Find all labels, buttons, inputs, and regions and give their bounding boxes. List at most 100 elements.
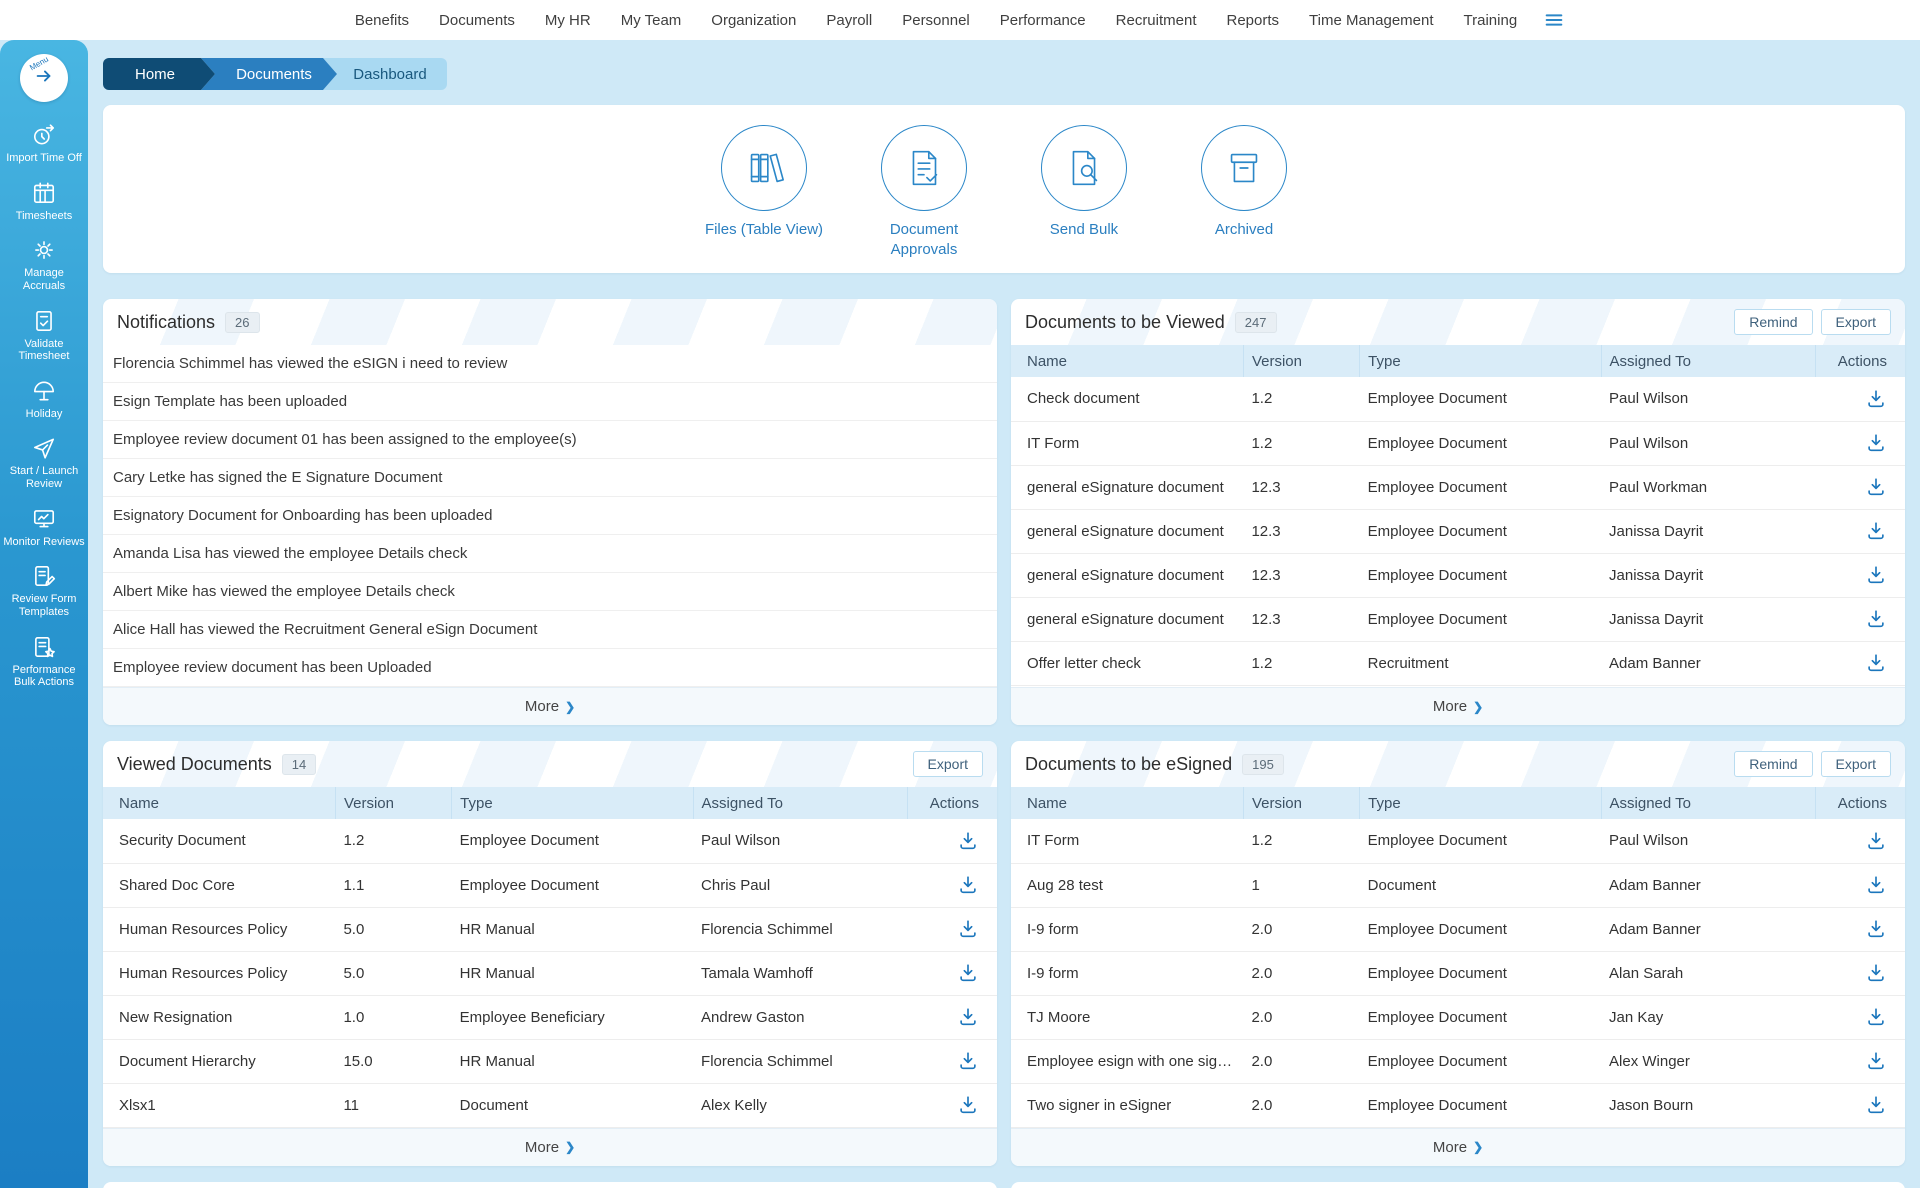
panel-header: Documents to be eSigned 195 Remind Expor…: [1011, 741, 1905, 787]
sidebar-item-label: Review Form Templates: [0, 593, 88, 618]
breadcrumb-home[interactable]: Home: [103, 58, 215, 90]
remind-button[interactable]: Remind: [1734, 309, 1812, 335]
table-row: general eSignature document12.3Employee …: [1011, 465, 1905, 509]
download-icon[interactable]: [1865, 874, 1887, 896]
cell-type: Recruitment: [1360, 641, 1601, 685]
download-icon[interactable]: [1865, 388, 1887, 410]
quick-action-archived[interactable]: Archived: [1184, 125, 1304, 273]
nav-item-time-management[interactable]: Time Management: [1309, 12, 1434, 29]
cell-name: IT Form: [1011, 421, 1243, 465]
sidebar-item-timesheets[interactable]: Timesheets: [0, 180, 88, 223]
download-icon[interactable]: [1865, 476, 1887, 498]
nav-item-payroll[interactable]: Payroll: [826, 12, 872, 29]
download-icon[interactable]: [957, 874, 979, 896]
sidebar-item-performance-bulk-actions[interactable]: Performance Bulk Actions: [0, 634, 88, 689]
more-label: More: [1433, 1139, 1467, 1156]
table-row: Human Resources Policy5.0HR ManualTamala…: [103, 951, 997, 995]
table-row: IT Form1.2Employee DocumentPaul Wilson: [1011, 421, 1905, 465]
quick-action-label: Archived: [1215, 220, 1273, 240]
cell-type: Employee Document: [1360, 597, 1601, 641]
nav-item-my-team[interactable]: My Team: [621, 12, 682, 29]
download-icon[interactable]: [957, 1094, 979, 1116]
cell-assigned-to: Paul Wilson: [1601, 377, 1816, 421]
remind-button[interactable]: Remind: [1734, 751, 1812, 777]
cell-version: 12.3: [1243, 509, 1359, 553]
cell-assigned-to: Janissa Dayrit: [1601, 553, 1816, 597]
download-icon[interactable]: [1865, 962, 1887, 984]
download-icon[interactable]: [1865, 608, 1887, 630]
notification-item: Esignatory Document for Onboarding has b…: [103, 497, 997, 535]
nav-item-organization[interactable]: Organization: [711, 12, 796, 29]
quick-action-send-bulk[interactable]: Send Bulk: [1024, 125, 1144, 273]
sidebar-item-review-form-templates[interactable]: Review Form Templates: [0, 563, 88, 618]
download-icon[interactable]: [957, 1050, 979, 1072]
more-link[interactable]: More ❯: [103, 1128, 997, 1166]
nav-item-documents[interactable]: Documents: [439, 12, 515, 29]
download-icon[interactable]: [957, 918, 979, 940]
sidebar-item-start-launch-review[interactable]: Start / Launch Review: [0, 435, 88, 490]
nav-item-recruitment[interactable]: Recruitment: [1116, 12, 1197, 29]
sidebar-item-holiday[interactable]: Holiday: [0, 378, 88, 421]
table-row: general eSignature document12.3Employee …: [1011, 553, 1905, 597]
cell-actions: [908, 1039, 997, 1083]
cell-assigned-to: Paul Workman: [1601, 465, 1816, 509]
cell-type: Employee Document: [1360, 509, 1601, 553]
download-icon[interactable]: [1865, 830, 1887, 852]
cell-version: 2.0: [1243, 995, 1359, 1039]
cell-assigned-to: Jason Bourn: [1601, 1083, 1816, 1127]
download-icon[interactable]: [1865, 1094, 1887, 1116]
cell-type: Employee Document: [1360, 465, 1601, 509]
panel-partial: [1011, 1182, 1905, 1188]
cell-name: IT Form: [1011, 819, 1243, 863]
cell-assigned-to: Chris Paul: [693, 863, 908, 907]
download-icon[interactable]: [957, 962, 979, 984]
export-button[interactable]: Export: [1821, 751, 1891, 777]
download-icon[interactable]: [1865, 564, 1887, 586]
nav-item-performance[interactable]: Performance: [1000, 12, 1086, 29]
sidebar-item-validate-timesheet[interactable]: Validate Timesheet: [0, 308, 88, 363]
download-icon[interactable]: [1865, 1050, 1887, 1072]
download-icon[interactable]: [957, 1006, 979, 1028]
more-link[interactable]: More ❯: [1011, 1128, 1905, 1166]
download-icon[interactable]: [1865, 652, 1887, 674]
download-icon[interactable]: [1865, 520, 1887, 542]
nav-item-training[interactable]: Training: [1464, 12, 1518, 29]
download-icon[interactable]: [1865, 1006, 1887, 1028]
quick-action-files-table-view[interactable]: Files (Table View): [704, 125, 824, 273]
breadcrumb-documents[interactable]: Documents: [201, 58, 337, 90]
import-time-off-icon: [31, 122, 57, 148]
column-header-type: Type: [1360, 345, 1601, 377]
sidebar-item-label: Start / Launch Review: [0, 465, 88, 490]
cell-actions: [908, 1083, 997, 1127]
sidebar-item-manage-accruals[interactable]: Manage Accruals: [0, 237, 88, 292]
timesheets-icon: [31, 180, 57, 206]
cell-version: 2.0: [1243, 951, 1359, 995]
breadcrumb-dashboard[interactable]: Dashboard: [323, 58, 447, 90]
menu-button[interactable]: Menu: [20, 54, 68, 102]
sidebar-item-import-time-off[interactable]: Import Time Off: [0, 122, 88, 165]
export-button[interactable]: Export: [1821, 309, 1891, 335]
nav-item-my-hr[interactable]: My HR: [545, 12, 591, 29]
cell-version: 1.0: [335, 995, 451, 1039]
nav-item-personnel[interactable]: Personnel: [902, 12, 970, 29]
cell-name: general eSignature document: [1011, 553, 1243, 597]
hamburger-menu-icon[interactable]: [1543, 9, 1565, 31]
sidebar-item-monitor-reviews[interactable]: Monitor Reviews: [0, 506, 88, 549]
cell-name: Human Resources Policy: [103, 907, 335, 951]
cell-name: general eSignature document: [1011, 597, 1243, 641]
cell-type: Employee Beneficiary: [452, 995, 693, 1039]
download-icon[interactable]: [1865, 918, 1887, 940]
download-icon[interactable]: [1865, 432, 1887, 454]
nav-item-benefits[interactable]: Benefits: [355, 12, 409, 29]
column-header-assigned-to: Assigned To: [1601, 787, 1816, 819]
cell-actions: [1816, 377, 1905, 421]
panel-title: Viewed Documents: [117, 754, 272, 775]
more-link[interactable]: More ❯: [103, 687, 997, 725]
quick-action-document-approvals[interactable]: Document Approvals: [864, 125, 984, 273]
cell-version: 5.0: [335, 907, 451, 951]
export-button[interactable]: Export: [913, 751, 983, 777]
cell-actions: [1816, 1083, 1905, 1127]
download-icon[interactable]: [957, 830, 979, 852]
nav-item-reports[interactable]: Reports: [1227, 12, 1280, 29]
more-link[interactable]: More ❯: [1011, 687, 1905, 725]
